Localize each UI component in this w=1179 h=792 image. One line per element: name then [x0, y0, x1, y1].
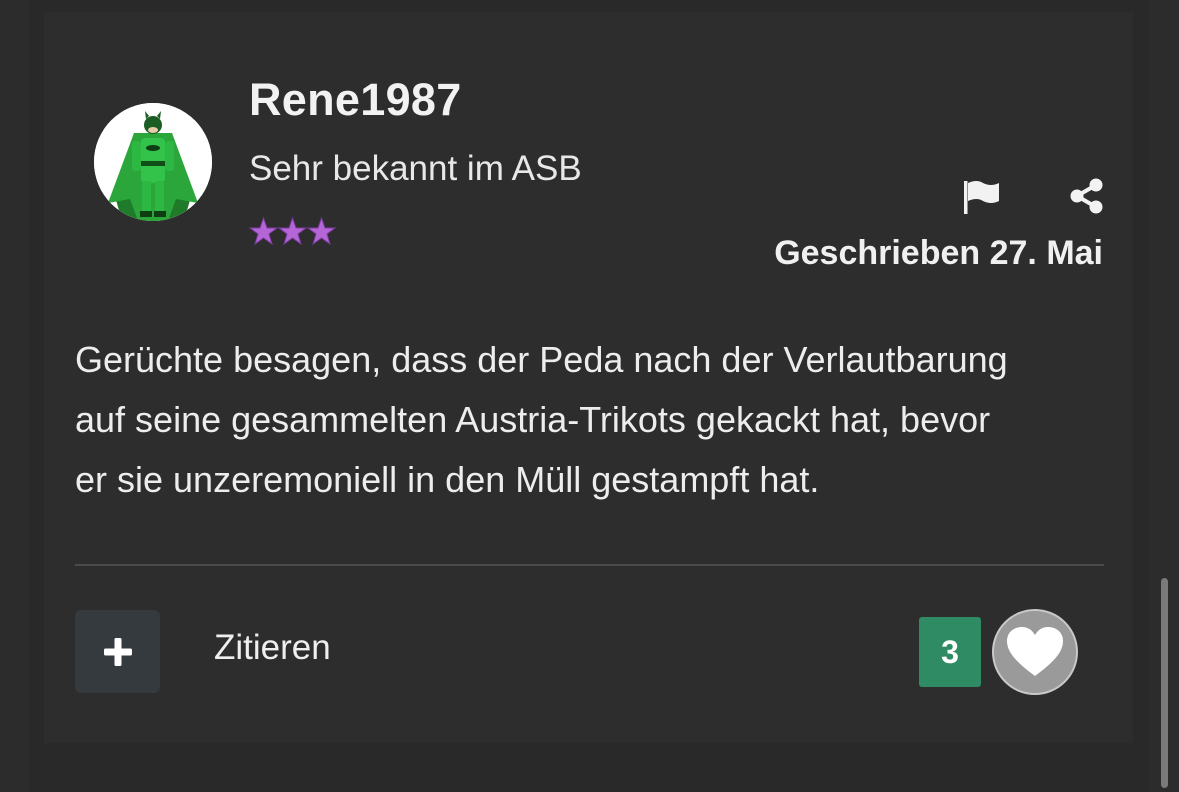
page: Rene1987 Sehr bekannt im ASB Geschrieben	[0, 0, 1179, 792]
scrollbar-thumb[interactable]	[1161, 578, 1168, 788]
forum-post: Rene1987 Sehr bekannt im ASB Geschrieben	[44, 12, 1133, 743]
plus-icon	[103, 637, 132, 666]
flag-icon[interactable]	[961, 177, 1005, 217]
star-icon	[278, 216, 307, 246]
batman-avatar-icon	[94, 103, 212, 221]
divider	[75, 564, 1104, 566]
star-icon	[307, 216, 336, 246]
author-username[interactable]: Rene1987	[249, 74, 462, 126]
heart-icon	[1007, 627, 1063, 676]
post-text-line: auf seine gesammelten Austria-Trikots ge…	[75, 399, 991, 440]
multiquote-button[interactable]	[75, 610, 160, 693]
post-text-line: Gerüchte besagen, dass der Peda nach der…	[75, 339, 1008, 380]
post-content: Gerüchte besagen, dass der Peda nach der…	[75, 330, 1115, 510]
left-margin	[0, 0, 30, 792]
star-icon	[249, 216, 278, 246]
post-text-line: er sie unzeremoniell in den Müll gestamp…	[75, 459, 820, 500]
like-count-badge[interactable]: 3	[919, 617, 981, 687]
author-rank: Sehr bekannt im ASB	[249, 149, 582, 188]
rank-stars	[249, 210, 336, 250]
like-button[interactable]	[992, 609, 1078, 695]
share-icon[interactable]	[1067, 176, 1107, 216]
quote-button[interactable]: Zitieren	[214, 628, 331, 668]
avatar[interactable]	[94, 103, 212, 221]
post-date[interactable]: Geschrieben 27. Mai	[774, 234, 1103, 273]
